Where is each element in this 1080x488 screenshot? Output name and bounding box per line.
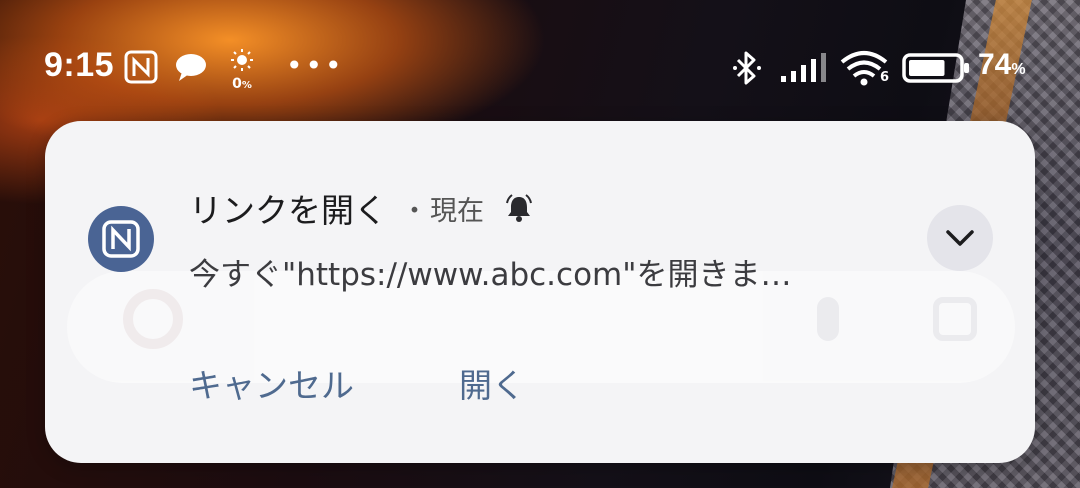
wifi-indicator: 6 [840,50,892,86]
bluetooth-icon [733,51,761,85]
status-bar[interactable]: 9:15 0% ••• 6 74% [0,40,1080,96]
app-icon [88,206,154,272]
ghost-mic-icon [817,297,839,341]
wifi-badge: 6 [880,70,890,85]
notification-separator: ・ [401,195,428,227]
notification-card[interactable]: リンクを開く ・ 現在 今すぐ"https://www.abc.com"を開きま… [45,121,1035,463]
nfc-icon [102,220,140,258]
battery-icon [902,53,969,83]
battery-percent: 74% [978,48,1026,82]
ghost-lens-icon [933,297,977,341]
nfc-icon [124,50,158,84]
notification-body: 今すぐ"https://www.abc.com"を開きま… [189,257,792,293]
message-bubble-icon [176,54,206,81]
signal-icon [781,53,826,82]
more-dots-icon: ••• [286,49,345,82]
brightness-value: 0 [232,76,242,92]
ghost-logo-icon [123,289,183,349]
notification-header: リンクを開く ・ 現在 [189,185,534,231]
battery-value: 74 [978,48,1012,81]
brightness-unit: % [241,80,252,91]
brightness-icon [231,49,253,71]
chevron-down-icon [946,230,974,246]
phone-screen: 9:15 0% ••• 6 74% リンクを開く ・ 現在 今すぐ"https:… [0,0,1080,488]
brightness-indicator: 0% [228,48,256,92]
notification-title: リンクを開く [189,191,387,230]
notification-time: 現在 [430,195,484,227]
open-link-button[interactable]: 開く [459,359,525,407]
bell-icon [506,194,532,222]
clock: 9:15 [44,46,115,84]
battery-unit: % [1011,61,1026,78]
expand-button[interactable] [927,205,993,271]
cancel-button[interactable]: キャンセル [189,359,354,407]
